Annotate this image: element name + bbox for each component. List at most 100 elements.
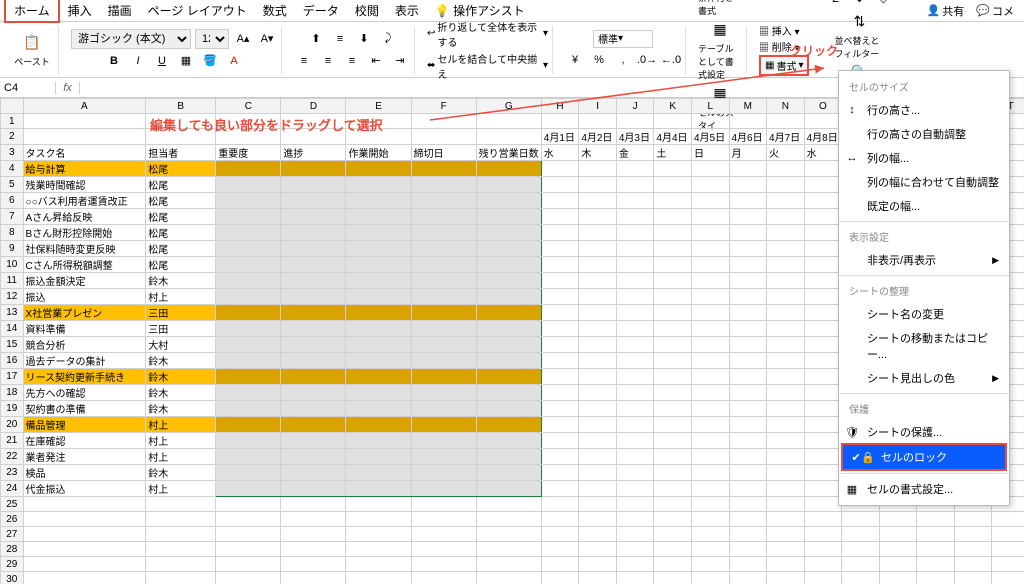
cell[interactable] bbox=[411, 289, 476, 305]
cell[interactable] bbox=[346, 449, 411, 465]
cell[interactable] bbox=[579, 353, 617, 369]
cell[interactable] bbox=[346, 193, 411, 209]
cell[interactable]: 月 bbox=[729, 145, 767, 161]
cell[interactable] bbox=[616, 557, 654, 572]
cell[interactable] bbox=[216, 465, 281, 481]
cell[interactable] bbox=[767, 401, 805, 417]
cell[interactable]: 作業開始 bbox=[346, 145, 411, 161]
cell[interactable] bbox=[729, 385, 767, 401]
cell[interactable] bbox=[216, 385, 281, 401]
cell[interactable]: Cさん所得税額調整 bbox=[23, 257, 146, 273]
paste-button[interactable]: 📋 ペースト bbox=[10, 32, 54, 68]
cell[interactable] bbox=[346, 273, 411, 289]
cell[interactable] bbox=[579, 305, 617, 321]
cell[interactable] bbox=[541, 257, 579, 273]
cell[interactable] bbox=[346, 433, 411, 449]
cell[interactable]: 松尾 bbox=[146, 161, 216, 177]
comma-icon[interactable]: , bbox=[613, 50, 633, 70]
cell[interactable]: 進捗 bbox=[281, 145, 346, 161]
name-box[interactable]: C4 bbox=[0, 82, 56, 94]
cell[interactable] bbox=[654, 369, 692, 385]
cell[interactable]: ○○バス利用者運賃改正 bbox=[23, 193, 146, 209]
row-header[interactable]: 10 bbox=[1, 257, 24, 273]
cell[interactable] bbox=[216, 572, 281, 585]
cell[interactable] bbox=[281, 353, 346, 369]
cell[interactable] bbox=[411, 465, 476, 481]
cell[interactable] bbox=[729, 417, 767, 433]
cell[interactable] bbox=[767, 465, 805, 481]
cell[interactable] bbox=[691, 481, 729, 497]
cell[interactable] bbox=[216, 321, 281, 337]
cell[interactable] bbox=[216, 497, 281, 512]
cell[interactable] bbox=[729, 289, 767, 305]
cell[interactable] bbox=[691, 557, 729, 572]
cell[interactable] bbox=[654, 209, 692, 225]
cell[interactable]: 村上 bbox=[146, 433, 216, 449]
cell[interactable]: 検品 bbox=[23, 465, 146, 481]
row-header[interactable]: 11 bbox=[1, 273, 24, 289]
cell[interactable] bbox=[691, 273, 729, 289]
indent-increase-icon[interactable]: ⇥ bbox=[390, 51, 410, 71]
cell[interactable] bbox=[579, 481, 617, 497]
cell[interactable] bbox=[992, 527, 1024, 542]
cell[interactable] bbox=[879, 557, 917, 572]
font-color-button[interactable]: A bbox=[224, 51, 244, 71]
menu-tab-color[interactable]: シート見出しの色▶ bbox=[839, 366, 1009, 390]
cell[interactable] bbox=[691, 177, 729, 193]
cell[interactable] bbox=[691, 257, 729, 273]
cell[interactable] bbox=[804, 465, 842, 481]
cell[interactable] bbox=[729, 305, 767, 321]
cell[interactable] bbox=[654, 337, 692, 353]
cell[interactable] bbox=[579, 449, 617, 465]
cell[interactable] bbox=[917, 542, 955, 557]
cell[interactable] bbox=[216, 289, 281, 305]
cell[interactable] bbox=[616, 572, 654, 585]
cell[interactable] bbox=[654, 257, 692, 273]
increase-decimal-icon[interactable]: .0→ bbox=[637, 50, 657, 70]
cell[interactable] bbox=[476, 161, 541, 177]
cell[interactable] bbox=[654, 542, 692, 557]
cell[interactable] bbox=[476, 572, 541, 585]
cell[interactable] bbox=[654, 305, 692, 321]
cell[interactable] bbox=[346, 289, 411, 305]
italic-button[interactable]: I bbox=[128, 51, 148, 71]
cell[interactable] bbox=[541, 512, 579, 527]
cell[interactable] bbox=[616, 177, 654, 193]
cell[interactable] bbox=[541, 369, 579, 385]
cell[interactable] bbox=[579, 321, 617, 337]
cell[interactable] bbox=[954, 527, 992, 542]
cell[interactable] bbox=[804, 321, 842, 337]
cell[interactable] bbox=[879, 512, 917, 527]
cell[interactable] bbox=[541, 353, 579, 369]
menu-page-layout[interactable]: ページ レイアウト bbox=[140, 0, 255, 21]
col-header[interactable]: F bbox=[411, 99, 476, 114]
cell[interactable] bbox=[579, 497, 617, 512]
cell[interactable] bbox=[281, 449, 346, 465]
cell[interactable] bbox=[411, 305, 476, 321]
cell[interactable] bbox=[281, 177, 346, 193]
menu-autofit-row[interactable]: 行の高さの自動調整 bbox=[839, 122, 1009, 146]
cell[interactable] bbox=[281, 257, 346, 273]
cell[interactable]: 社保料随時変更反映 bbox=[23, 241, 146, 257]
cell[interactable]: X社営業プレゼン bbox=[23, 305, 146, 321]
cell[interactable] bbox=[691, 401, 729, 417]
cell[interactable] bbox=[216, 401, 281, 417]
cell[interactable] bbox=[917, 572, 955, 585]
cell[interactable] bbox=[579, 542, 617, 557]
cell[interactable] bbox=[804, 385, 842, 401]
cell[interactable] bbox=[654, 241, 692, 257]
cell[interactable] bbox=[541, 542, 579, 557]
cell[interactable] bbox=[616, 542, 654, 557]
cell[interactable] bbox=[281, 289, 346, 305]
cell[interactable] bbox=[616, 481, 654, 497]
cell[interactable] bbox=[346, 369, 411, 385]
row-header[interactable]: 26 bbox=[1, 512, 24, 527]
insert-cells-button[interactable]: ▦ 挿入 ▾ bbox=[759, 23, 809, 38]
cell[interactable] bbox=[23, 572, 146, 585]
cell[interactable] bbox=[216, 512, 281, 527]
cell[interactable] bbox=[954, 572, 992, 585]
cell[interactable]: 大村 bbox=[146, 337, 216, 353]
cell[interactable] bbox=[476, 257, 541, 273]
cell[interactable] bbox=[476, 481, 541, 497]
align-right-icon[interactable]: ≡ bbox=[342, 51, 362, 71]
